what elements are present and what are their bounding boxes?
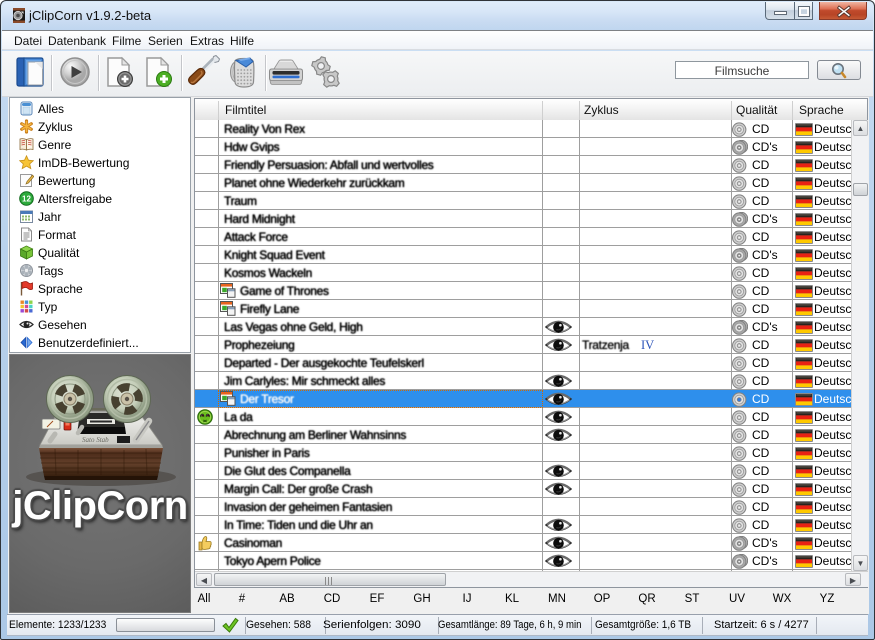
- svg-text:Sato Stab: Sato Stab: [82, 436, 109, 444]
- svg-text:12: 12: [22, 195, 31, 204]
